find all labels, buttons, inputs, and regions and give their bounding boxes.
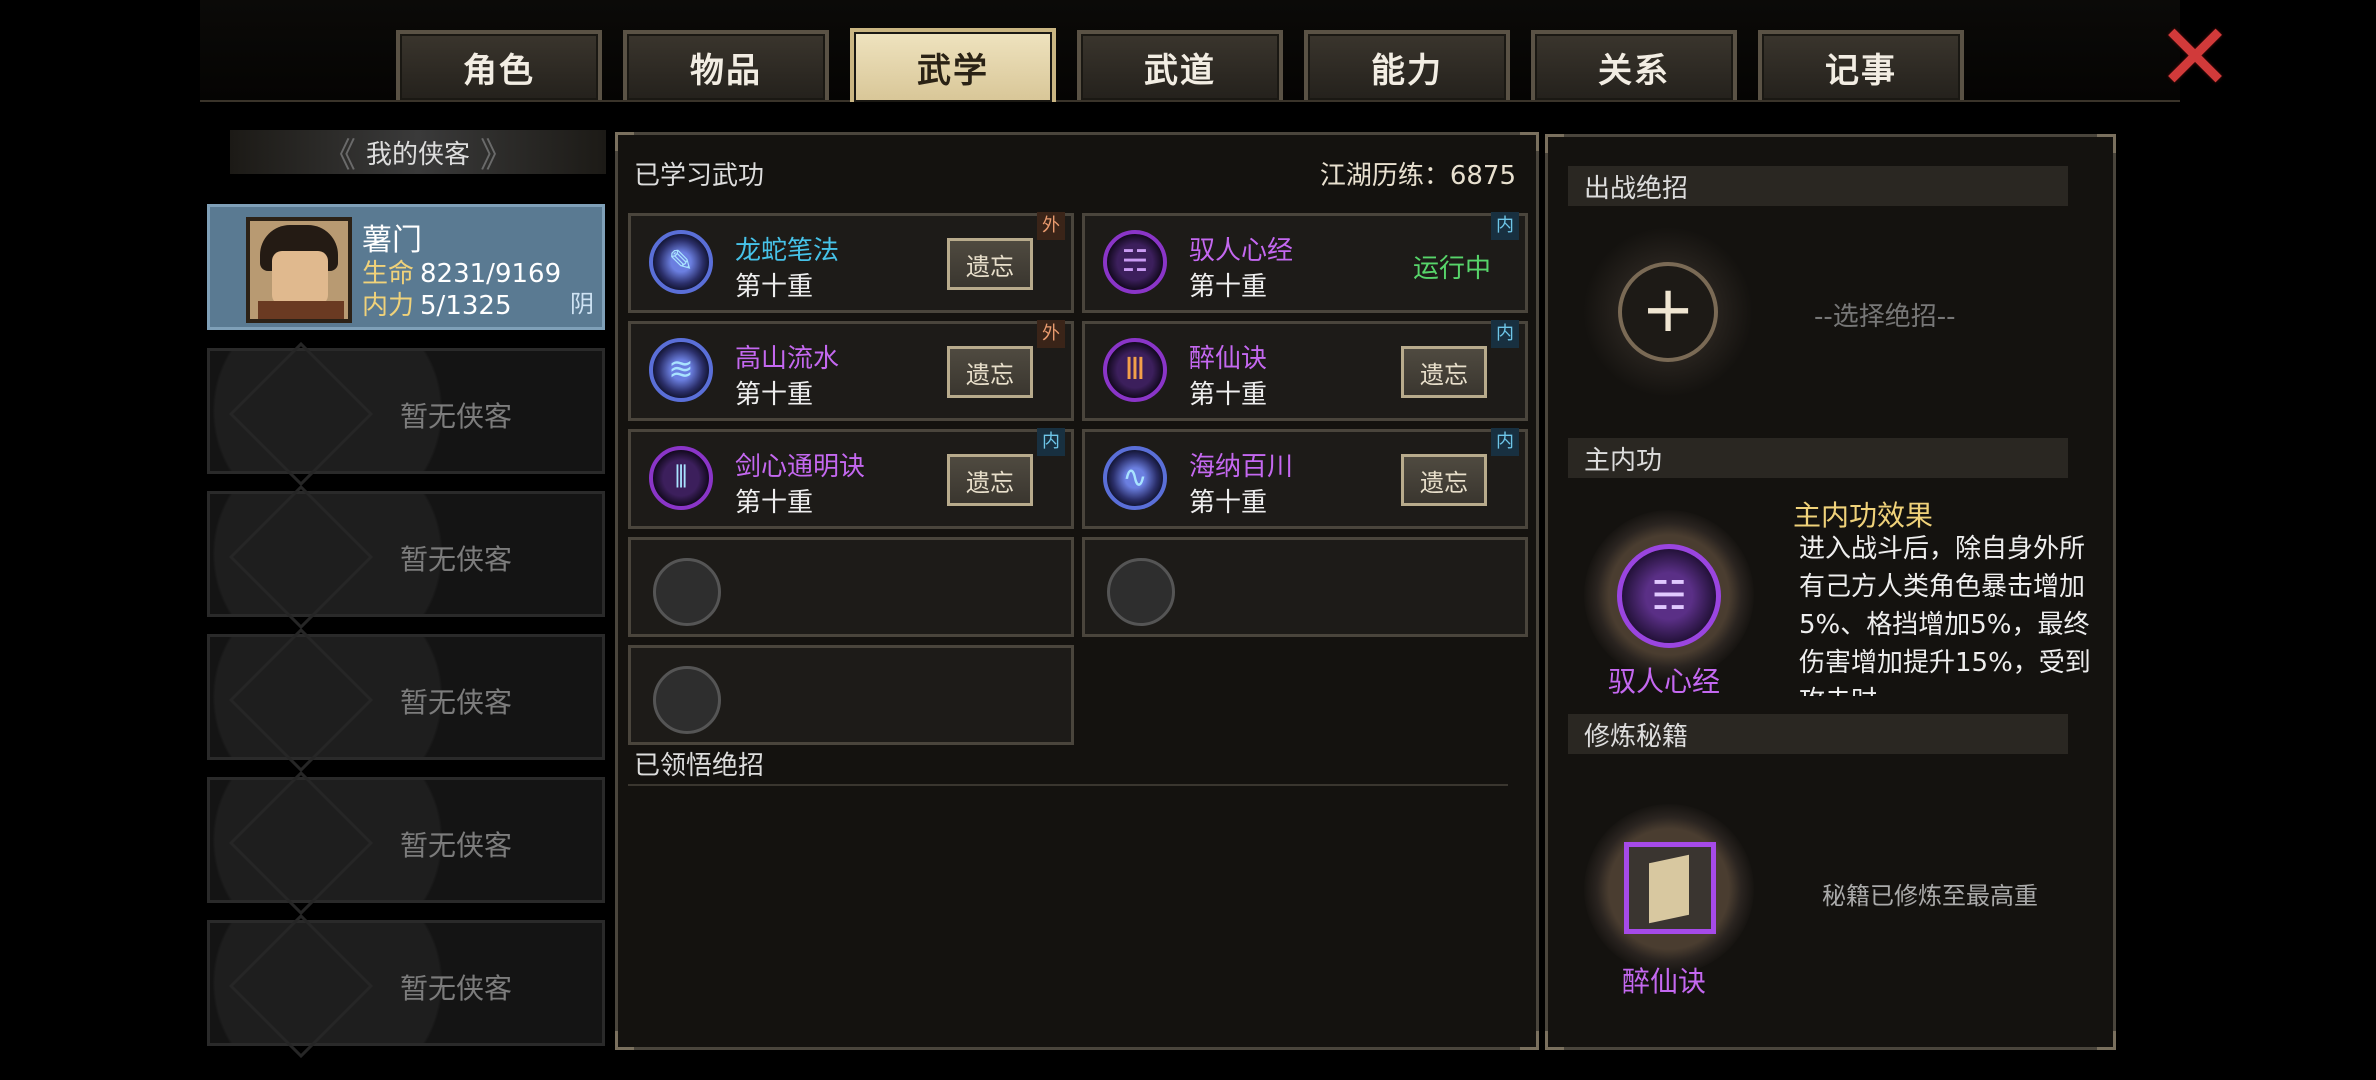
empty-slot-label: 暂无侠客 <box>400 400 513 433</box>
skill-icon-wine: Ⅲ <box>1103 338 1167 402</box>
empty-slot-label: 暂无侠客 <box>400 686 513 719</box>
skill-icon-tornado: ☵ <box>1103 230 1167 294</box>
empty-skill-slot[interactable] <box>628 645 1074 745</box>
choose-ultimate-placeholder[interactable]: --选择绝招-- <box>1814 296 1956 333</box>
tab-relations[interactable]: 关系 <box>1531 30 1737 100</box>
tab-character[interactable]: 角色 <box>396 30 602 100</box>
roster-slot-empty[interactable]: 暂无侠客 <box>207 341 605 487</box>
skill-level: 第十重 <box>735 272 814 302</box>
experience-label: 江湖历练：6875 <box>1319 161 1516 191</box>
skill-card[interactable]: ∿ 海纳百川 第十重 遗忘 内 <box>1082 428 1528 529</box>
internal-tag: 内 <box>1491 212 1519 240</box>
internal-tag: 内 <box>1037 428 1065 456</box>
skill-level: 第十重 <box>1189 380 1268 410</box>
tornado-icon[interactable]: ☵ <box>1617 544 1721 648</box>
chevron-left-icon: 《 <box>321 135 356 176</box>
divider <box>628 784 1508 786</box>
skills-panel: 已学习武功 江湖历练：6875 ✎ 龙蛇笔法 第十重 遗忘 外 ☵ 驭人心经 第… <box>615 132 1539 1050</box>
skill-name: 驭人心经 <box>1189 236 1294 266</box>
empty-skill-slot[interactable] <box>1082 537 1528 637</box>
skill-card[interactable]: Ⅲ 醉仙诀 第十重 遗忘 内 <box>1082 320 1528 421</box>
roster-slot-empty[interactable]: 暂无侠客 <box>207 913 605 1059</box>
empty-slot-circle <box>653 666 721 734</box>
main-inner-header: 主内功 <box>1568 438 2068 478</box>
plus-icon[interactable]: + <box>1618 262 1718 362</box>
skill-card[interactable]: ✎ 龙蛇笔法 第十重 遗忘 外 <box>628 212 1074 313</box>
skill-level: 第十重 <box>735 488 814 518</box>
external-tag: 外 <box>1037 320 1065 348</box>
skill-name: 海纳百川 <box>1189 452 1294 482</box>
mp-stat: 内力 5/1325 <box>362 285 512 322</box>
effect-text: 进入战斗后，除自身外所有己方人类角色暴击增加5%、格挡增加5%，最终伤害增加提升… <box>1799 534 2091 696</box>
empty-slot-label: 暂无侠客 <box>400 829 513 862</box>
empty-slot-circle <box>1107 558 1175 626</box>
internal-tag: 内 <box>1491 320 1519 348</box>
main-inner-name: 驭人心经 <box>1608 665 1721 698</box>
empty-skill-slot[interactable] <box>628 537 1074 637</box>
internal-tag: 内 <box>1491 428 1519 456</box>
training-header: 修炼秘籍 <box>1568 714 2068 754</box>
running-status: 运行中 <box>1412 254 1491 284</box>
empty-slot-circle <box>653 558 721 626</box>
avatar <box>246 217 352 323</box>
roster-slot-empty[interactable]: 暂无侠客 <box>207 770 605 916</box>
skill-level: 第十重 <box>1189 488 1268 518</box>
training-book-name: 醉仙诀 <box>1622 965 1707 998</box>
skill-name: 剑心通明诀 <box>735 452 866 482</box>
skill-level: 第十重 <box>735 380 814 410</box>
tab-martial-way[interactable]: 武道 <box>1077 30 1283 100</box>
affinity-badge: 阴 <box>570 290 594 318</box>
external-tag: 外 <box>1037 212 1065 240</box>
book-icon[interactable] <box>1624 842 1716 934</box>
skill-icon-swords: ⫴ <box>649 446 713 510</box>
skill-card[interactable]: ☵ 驭人心经 第十重 运行中 内 <box>1082 212 1528 313</box>
skill-level: 第十重 <box>1189 272 1268 302</box>
skill-name: 醉仙诀 <box>1189 344 1268 374</box>
roster-slot-empty[interactable]: 暂无侠客 <box>207 627 605 773</box>
mp-label: 内力 <box>362 291 415 321</box>
forget-button[interactable]: 遗忘 <box>1401 346 1487 398</box>
ultimates-title: 已领悟绝招 <box>634 751 765 781</box>
skill-icon-flowing-water: ≋ <box>649 338 713 402</box>
skill-name: 高山流水 <box>735 344 840 374</box>
tab-martial-arts[interactable]: 武学 <box>850 28 1056 102</box>
close-icon[interactable]: ✕ <box>2155 12 2235 104</box>
forget-button[interactable]: 遗忘 <box>1401 454 1487 506</box>
skill-icon-waves: ∿ <box>1103 446 1167 510</box>
mp-value: 5/1325 <box>420 291 512 321</box>
skill-name: 龙蛇笔法 <box>735 236 840 266</box>
training-status: 秘籍已修炼至最高重 <box>1822 882 2038 910</box>
effect-title: 主内功效果 <box>1793 499 1934 532</box>
skill-card[interactable]: ⫴ 剑心通明诀 第十重 遗忘 内 <box>628 428 1074 529</box>
battle-ultimate-header: 出战绝招 <box>1568 166 2068 206</box>
roster-slot-empty[interactable]: 暂无侠客 <box>207 484 605 630</box>
tab-abilities[interactable]: 能力 <box>1304 30 1510 100</box>
empty-slot-label: 暂无侠客 <box>400 543 513 576</box>
skill-icon-dragon-snake: ✎ <box>649 230 713 294</box>
roster-title: 我的侠客 <box>365 139 470 170</box>
forget-button[interactable]: 遗忘 <box>947 454 1033 506</box>
empty-slot-label: 暂无侠客 <box>400 972 513 1005</box>
chevron-right-icon: 》 <box>480 135 514 176</box>
skill-card[interactable]: ≋ 高山流水 第十重 遗忘 外 <box>628 320 1074 421</box>
learned-skills-title: 已学习武功 <box>634 161 765 191</box>
roster-slot-active[interactable]: 薯门 生命 8231/9169 内力 5/1325 阴 <box>207 204 605 330</box>
roster-header: 《 我的侠客 》 <box>230 130 606 176</box>
tab-items[interactable]: 物品 <box>623 30 829 100</box>
forget-button[interactable]: 遗忘 <box>947 238 1033 290</box>
tab-journal[interactable]: 记事 <box>1758 30 1964 100</box>
forget-button[interactable]: 遗忘 <box>947 346 1033 398</box>
